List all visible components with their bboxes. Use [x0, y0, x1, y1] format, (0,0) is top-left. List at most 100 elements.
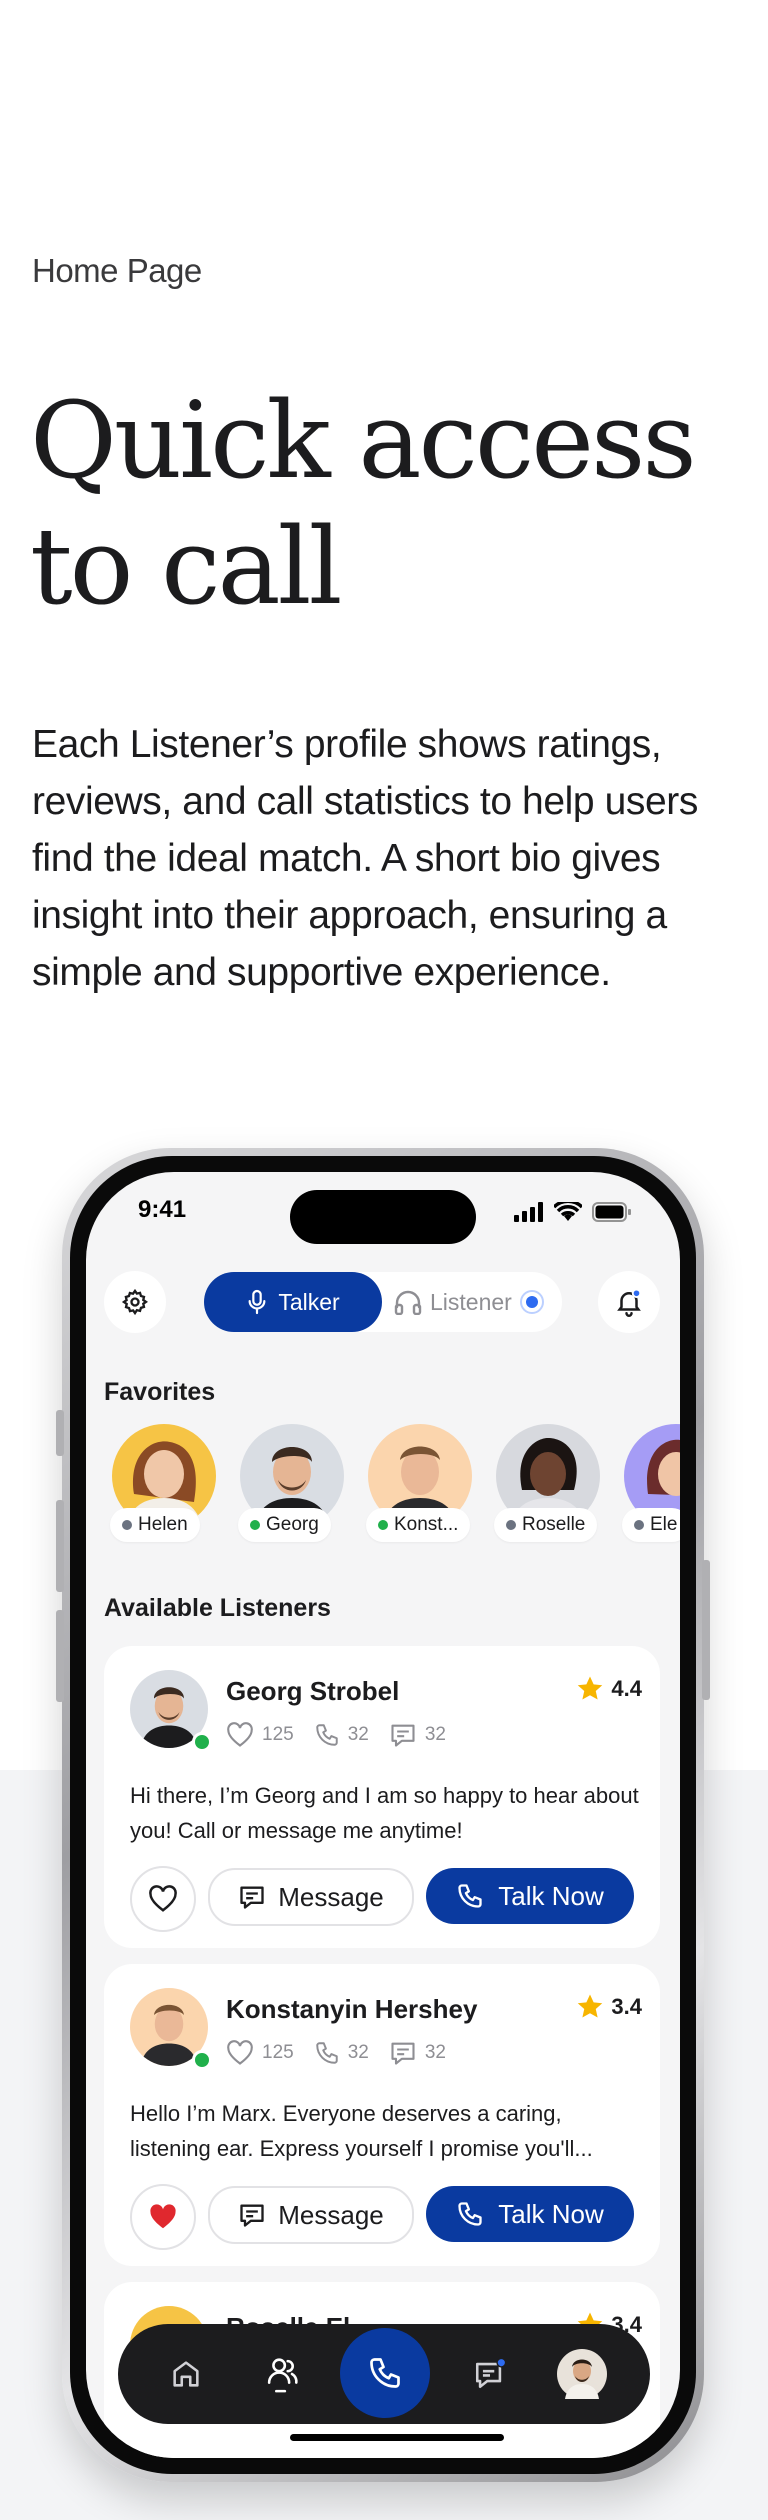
favorite-chip: Roselle [494, 1508, 598, 1542]
profile-avatar [557, 2349, 607, 2399]
users-icon [267, 2358, 298, 2393]
heart-filled-icon [150, 2204, 176, 2229]
settings-button[interactable] [104, 1271, 166, 1333]
star-icon [578, 1994, 603, 2018]
talk-now-label: Talk Now [498, 2198, 604, 2229]
favorite-item-ele[interactable]: Ele [616, 1424, 680, 1544]
bottom-tab-bar [118, 2324, 650, 2424]
listener-stats: 125 32 32 [226, 2040, 458, 2066]
likes-count: 125 [262, 1724, 294, 1745]
status-time: 9:41 [138, 1196, 187, 1223]
heart-outline-icon [227, 2040, 253, 2065]
favorite-item-georg[interactable]: Georg [232, 1424, 352, 1544]
rating-value: 3.4 [611, 1994, 642, 2019]
home-indicator [290, 2434, 504, 2441]
role-toggle: Talker Listener [204, 1272, 562, 1332]
wifi-icon [554, 1202, 582, 1221]
listener-label: Listener [430, 1288, 512, 1315]
phone-icon [370, 2358, 400, 2388]
bell-icon [617, 1288, 642, 1317]
headphones-icon [394, 1290, 422, 1315]
status-dot [122, 1520, 132, 1530]
favorites-title: Favorites [104, 1378, 216, 1406]
listener-rating: 3.4 [575, 1992, 642, 2022]
online-indicator [192, 2050, 212, 2070]
talk-now-label: Talk Now [498, 1880, 604, 1911]
talker-toggle[interactable]: Talker [204, 1272, 382, 1332]
talk-now-button[interactable]: Talk Now [426, 2186, 634, 2242]
listener-toggle[interactable]: Listener [394, 1272, 562, 1332]
message-icon [391, 2042, 415, 2065]
tab-call[interactable] [340, 2328, 430, 2418]
phone-icon [315, 1724, 338, 1746]
listener-card: Konstanyin Hershey 3.4 125 32 32 Hello I… [104, 1964, 660, 2266]
favorite-toggle-button[interactable] [130, 2184, 196, 2250]
favorite-toggle-button[interactable] [130, 1866, 196, 1932]
heart-outline-icon [227, 1722, 253, 1747]
listener-rating: 4.4 [575, 1674, 642, 1704]
favorites-list: Helen Georg Konst... Roselle Ele [104, 1424, 680, 1544]
favorite-chip: Ele [622, 1508, 680, 1542]
favorite-name: Roselle [522, 1514, 586, 1535]
notifications-button[interactable] [598, 1271, 660, 1333]
message-label: Message [278, 1881, 384, 1912]
heart-outline-icon [149, 1885, 177, 1912]
message-button[interactable]: Message [208, 2186, 414, 2244]
phone-power-button [702, 1560, 710, 1700]
messages-count: 32 [424, 1724, 446, 1745]
status-dot [250, 1520, 260, 1530]
status-dot [378, 1520, 388, 1530]
home-icon [173, 2361, 199, 2387]
gear-icon [121, 1288, 149, 1316]
favorite-item-konst[interactable]: Konst... [360, 1424, 480, 1544]
message-icon [240, 2204, 264, 2227]
tab-messages[interactable] [462, 2346, 518, 2402]
tab-listeners[interactable] [254, 2346, 310, 2402]
page-body-copy: Each Listener’s profile shows ratings, r… [32, 723, 698, 994]
page-headline: Quick access to call [30, 378, 750, 630]
status-dot [506, 1520, 516, 1530]
favorite-name: Georg [266, 1514, 319, 1535]
talk-now-button[interactable]: Talk Now [426, 1868, 634, 1924]
favorite-chip: Helen [110, 1508, 200, 1542]
online-indicator [192, 1732, 212, 1752]
calls-count: 32 [347, 2042, 369, 2063]
messages-icon [475, 2357, 507, 2389]
message-label: Message [278, 2199, 384, 2230]
tab-home[interactable] [158, 2346, 214, 2402]
likes-count: 125 [262, 2042, 294, 2063]
available-listeners-title: Available Listeners [104, 1594, 331, 1622]
listener-bio: Hello I’m Marx. Everyone deserves a cari… [130, 2101, 593, 2161]
page-eyebrow: Home Page [32, 252, 202, 289]
talker-label: Talker [278, 1288, 340, 1315]
headline-line-1: Quick access [30, 379, 697, 502]
calls-count: 32 [347, 1724, 369, 1745]
phone-volume-down [56, 1610, 64, 1702]
phone-icon [458, 1884, 482, 1908]
status-dot [634, 1520, 644, 1530]
favorite-name: Helen [138, 1514, 188, 1535]
listener-name: Konstanyin Hershey [226, 1994, 478, 2024]
listener-stats: 125 32 32 [226, 1722, 458, 1748]
phone-volume-up [56, 1500, 64, 1592]
star-icon [578, 1676, 603, 1700]
messages-count: 32 [424, 2042, 446, 2063]
listener-card: Georg Strobel 4.4 125 32 32 Hi there, I’… [104, 1646, 660, 1948]
listener-radio-icon [519, 1290, 544, 1314]
message-button[interactable]: Message [208, 1868, 414, 1926]
favorite-name: Ele [650, 1514, 678, 1535]
signal-icon [514, 1202, 543, 1222]
status-icons [514, 1202, 632, 1222]
favorite-item-helen[interactable]: Helen [104, 1424, 224, 1544]
favorite-name: Konst... [394, 1514, 459, 1535]
phone-icon [315, 2042, 338, 2064]
listener-name: Georg Strobel [226, 1676, 400, 1706]
dynamic-island [290, 1190, 476, 1244]
favorite-item-roselle[interactable]: Roselle [488, 1424, 608, 1544]
microphone-icon [248, 1289, 266, 1315]
message-icon [240, 1886, 264, 1909]
tab-profile[interactable] [554, 2346, 610, 2402]
battery-icon [592, 1202, 631, 1222]
listener-bio: Hi there, I’m Georg and I am so happy to… [130, 1783, 639, 1843]
headline-line-2: to call [30, 505, 342, 628]
